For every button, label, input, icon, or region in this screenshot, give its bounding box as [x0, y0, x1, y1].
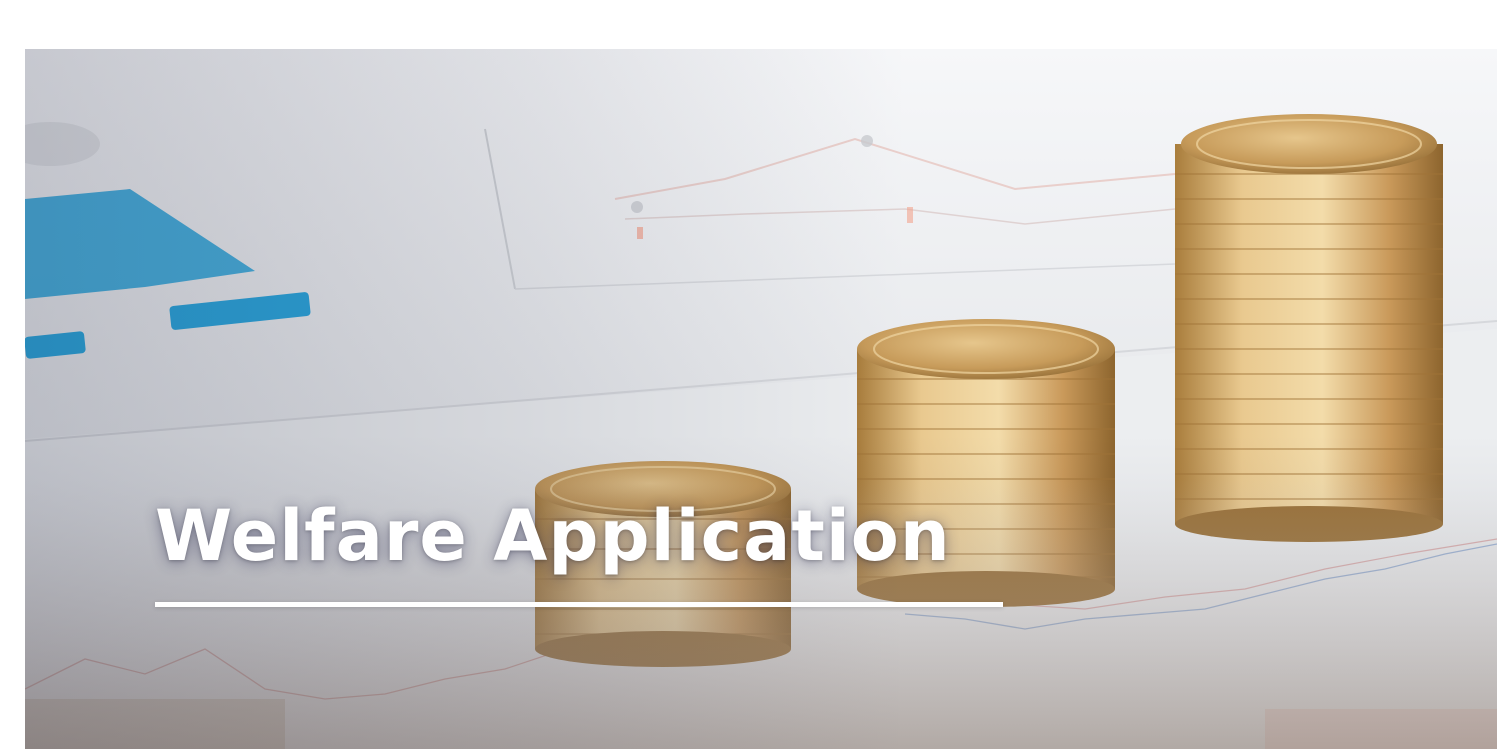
banner-background-image — [25, 49, 1497, 749]
title-block: Welfare Application — [155, 494, 1003, 607]
page: Welfare Application — [0, 0, 1497, 749]
hero-banner: Welfare Application — [25, 49, 1497, 749]
page-title: Welfare Application — [155, 495, 951, 577]
title-underline — [155, 602, 1003, 607]
